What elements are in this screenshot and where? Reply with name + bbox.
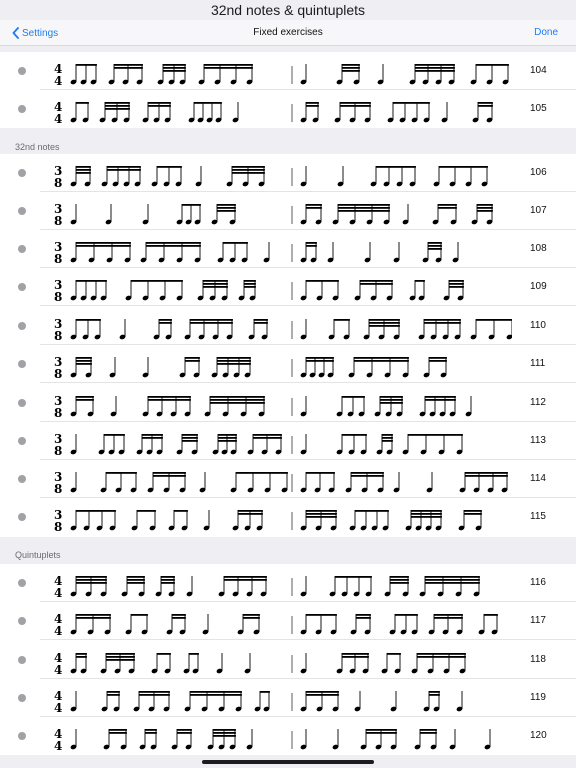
rhythm-notation: 38: [54, 394, 472, 420]
bullet-dot-icon: [18, 656, 26, 664]
svg-text:8: 8: [54, 214, 62, 228]
exercise-number: 113: [530, 435, 546, 446]
row-separator: [40, 639, 576, 640]
exercise-number: 109: [530, 281, 547, 292]
exercise-number: 108: [530, 243, 547, 254]
rhythm-notation: 44: [54, 612, 498, 638]
exercise-row[interactable]: 4 4 119: [0, 679, 576, 717]
bullet-dot-icon: [18, 475, 26, 483]
exercise-row[interactable]: 4 4 104: [0, 52, 576, 90]
exercise-number: 105: [530, 103, 547, 114]
home-indicator: [202, 760, 374, 764]
svg-text:4: 4: [54, 624, 62, 638]
nav-title: Fixed exercises: [253, 27, 323, 38]
row-separator: [40, 305, 576, 306]
rhythm-notation: 38: [54, 508, 482, 534]
exercise-row[interactable]: 4 4 116: [0, 564, 576, 602]
exercise-number: 107: [530, 205, 547, 216]
done-button[interactable]: Done: [534, 20, 558, 46]
bullet-dot-icon: [18, 694, 26, 702]
navigation-bar: Settings Fixed exercises Done: [0, 20, 576, 46]
bullet-dot-icon: [18, 360, 26, 368]
exercise-number: 120: [530, 730, 547, 741]
svg-text:8: 8: [54, 329, 62, 343]
exercise-number: 116: [530, 577, 546, 588]
exercise-number: 114: [530, 473, 546, 484]
svg-text:4: 4: [54, 112, 62, 126]
exercise-row[interactable]: 3 8 112: [0, 384, 576, 422]
exercise-row[interactable]: 3 8 115: [0, 498, 576, 536]
bullet-dot-icon: [18, 283, 26, 291]
rhythm-notation: 44: [54, 651, 466, 677]
rhythm-notation: 38: [54, 240, 459, 266]
exercise-row[interactable]: 3 8 114: [0, 460, 576, 498]
exercise-row[interactable]: 3 8 111: [0, 345, 576, 383]
window-title: 32nd notes & quintuplets: [210, 2, 366, 18]
exercise-row[interactable]: 3 8 109: [0, 268, 576, 306]
back-button-label: Settings: [22, 27, 59, 39]
svg-text:8: 8: [54, 406, 62, 420]
rhythm-notation: 38: [54, 164, 488, 190]
bullet-dot-icon: [18, 617, 26, 625]
bullet-dot-icon: [18, 105, 26, 113]
row-separator: [40, 382, 576, 383]
bullet-dot-icon: [18, 437, 26, 445]
bullet-dot-icon: [18, 513, 26, 521]
exercise-number: 119: [530, 692, 546, 703]
rhythm-notation: 44: [54, 100, 493, 126]
exercise-number: 111: [530, 358, 546, 369]
exercise-row[interactable]: 3 8 108: [0, 230, 576, 268]
exercise-number: 112: [530, 397, 546, 408]
svg-text:4: 4: [54, 701, 62, 715]
svg-text:8: 8: [54, 252, 62, 266]
svg-text:8: 8: [54, 482, 62, 496]
exercise-row[interactable]: 3 8 113: [0, 422, 576, 460]
rhythm-notation: 44: [54, 62, 509, 88]
exercise-row[interactable]: 3 8 110: [0, 307, 576, 345]
svg-text:8: 8: [54, 444, 62, 458]
exercise-number: 118: [530, 654, 546, 665]
exercise-number: 104: [530, 65, 547, 76]
bullet-dot-icon: [18, 732, 26, 740]
svg-text:8: 8: [54, 367, 62, 381]
section-header-quintuplets: Quintuplets: [15, 550, 61, 560]
bullet-dot-icon: [18, 322, 26, 330]
rhythm-notation: 38: [54, 317, 512, 343]
rhythm-notation: 38: [54, 470, 508, 496]
exercise-row[interactable]: 3 8 107: [0, 192, 576, 230]
bullet-dot-icon: [18, 399, 26, 407]
chevron-left-icon: [12, 27, 19, 39]
rhythm-notation: 38: [54, 278, 464, 304]
exercise-row[interactable]: 4 4 105: [0, 90, 576, 128]
svg-text:8: 8: [54, 520, 62, 534]
bullet-dot-icon: [18, 67, 26, 75]
svg-text:4: 4: [54, 739, 62, 753]
rhythm-notation: 38: [54, 202, 493, 228]
rhythm-notation: 38: [54, 432, 463, 458]
rhythm-notation: 44: [54, 689, 463, 715]
svg-text:4: 4: [54, 74, 62, 88]
bullet-dot-icon: [18, 207, 26, 215]
rhythm-notation: 38: [54, 355, 447, 381]
exercise-number: 110: [530, 320, 546, 331]
rhythm-notation: 44: [54, 727, 491, 753]
bullet-dot-icon: [18, 579, 26, 587]
exercise-number: 117: [530, 615, 546, 626]
rhythm-notation: 44: [54, 574, 480, 600]
svg-text:8: 8: [54, 290, 62, 304]
svg-text:4: 4: [54, 663, 62, 677]
exercise-row[interactable]: 3 8 106: [0, 154, 576, 192]
exercise-row[interactable]: 4 4 118: [0, 641, 576, 679]
svg-text:8: 8: [54, 176, 62, 190]
bullet-dot-icon: [18, 245, 26, 253]
back-button[interactable]: Settings: [12, 20, 58, 46]
svg-text:4: 4: [54, 586, 62, 600]
exercise-number: 106: [530, 167, 547, 178]
exercise-number: 115: [530, 511, 546, 522]
exercise-row[interactable]: 4 4 120: [0, 717, 576, 755]
section-header-32nd-notes: 32nd notes: [15, 142, 60, 152]
exercise-row[interactable]: 4 4 117: [0, 602, 576, 640]
bullet-dot-icon: [18, 169, 26, 177]
